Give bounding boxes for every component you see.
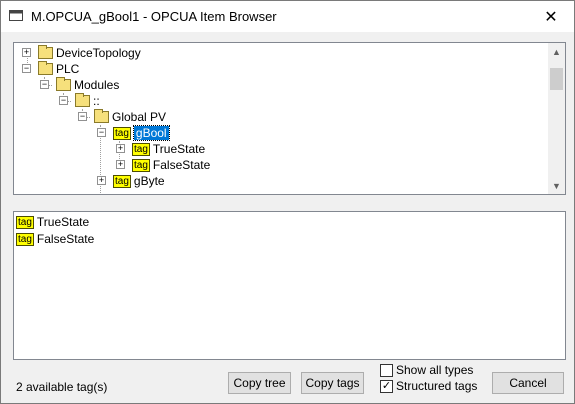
collapse-icon[interactable]: −: [59, 96, 68, 105]
tree-item-label: DeviceTopology: [56, 46, 141, 60]
tree-item-namespace[interactable]: − ::: [59, 93, 100, 109]
list-item-label: TrueState: [36, 215, 90, 229]
folder-icon: [38, 45, 53, 59]
tag-icon: tag: [132, 158, 150, 172]
cancel-button[interactable]: Cancel: [492, 372, 564, 394]
checkbox-box[interactable]: [380, 363, 393, 377]
app-icon: [9, 10, 23, 21]
tag-icon: tag: [16, 232, 34, 246]
tree-item-gbool[interactable]: − tag gBool: [97, 125, 170, 141]
status-text: 2 available tag(s): [16, 380, 108, 394]
list-item[interactable]: tag FalseState: [16, 231, 94, 247]
scroll-thumb[interactable]: [550, 68, 563, 90]
available-tags-list[interactable]: tag TrueState tag FalseState: [13, 211, 566, 360]
tree-item-devicetopology[interactable]: + DeviceTopology: [22, 45, 141, 61]
show-all-types-checkbox[interactable]: Show all types: [380, 363, 473, 377]
tree-item-label: Modules: [74, 78, 120, 92]
scroll-up-button[interactable]: ▲: [548, 43, 565, 60]
tree-view[interactable]: + DeviceTopology − PLC − Modules −:: − …: [13, 42, 566, 195]
copy-tree-button[interactable]: Copy tree: [228, 372, 291, 394]
close-button[interactable]: ✕: [528, 1, 574, 32]
window-title: M.OPCUA_gBool1 - OPCUA Item Browser: [31, 9, 277, 24]
chevron-up-icon: ▲: [552, 46, 561, 57]
list-item[interactable]: tag TrueState: [16, 214, 89, 230]
tree-item-plc[interactable]: − PLC: [22, 61, 79, 77]
tree-item-label: TrueState: [152, 142, 206, 156]
expand-icon[interactable]: +: [22, 48, 31, 57]
checkbox-label: Show all types: [396, 363, 474, 377]
checkbox-label: Structured tags: [396, 379, 478, 393]
expand-icon[interactable]: +: [116, 144, 125, 153]
structured-tags-checkbox[interactable]: ✓ Structured tags: [380, 379, 477, 393]
list-item-label: FalseState: [36, 232, 95, 246]
tree-item-label-selected: gBool: [132, 125, 170, 141]
chevron-down-icon: ▼: [552, 180, 561, 191]
tree-item-label: ::: [93, 94, 100, 108]
check-icon[interactable]: ✓: [380, 379, 393, 393]
tree-item-modules[interactable]: − Modules: [40, 77, 119, 93]
tree-item-label: gByte: [133, 174, 165, 188]
tag-icon: tag: [132, 142, 150, 156]
tag-icon: tag: [113, 126, 131, 140]
copy-tags-button[interactable]: Copy tags: [301, 372, 364, 394]
scroll-down-button[interactable]: ▼: [548, 177, 565, 194]
folder-icon: [75, 93, 90, 107]
collapse-icon[interactable]: −: [78, 112, 87, 121]
opcua-item-browser-dialog: M.OPCUA_gBool1 - OPCUA Item Browser ✕ + …: [0, 0, 575, 404]
folder-icon: [38, 61, 53, 75]
expand-icon[interactable]: +: [116, 160, 125, 169]
title-bar: M.OPCUA_gBool1 - OPCUA Item Browser ✕: [1, 1, 574, 32]
close-icon: ✕: [544, 8, 558, 26]
expand-icon[interactable]: +: [97, 176, 106, 185]
collapse-icon[interactable]: −: [97, 128, 106, 137]
tag-icon: tag: [113, 174, 131, 188]
tree-item-label: FalseState: [152, 158, 211, 172]
tree-item-falsestate[interactable]: + tag FalseState: [116, 157, 210, 173]
tree-item-truestate[interactable]: + tag TrueState: [116, 141, 205, 157]
folder-icon: [56, 77, 71, 91]
tree-viewport: + DeviceTopology − PLC − Modules −:: − …: [14, 43, 548, 194]
tag-icon: tag: [16, 215, 34, 229]
tree-scrollbar[interactable]: ▲ ▼: [548, 43, 565, 194]
collapse-icon[interactable]: −: [40, 80, 49, 89]
collapse-icon[interactable]: −: [22, 64, 31, 73]
tree-item-label: Global PV: [112, 110, 167, 124]
folder-icon: [94, 109, 109, 123]
tree-item-global-pv[interactable]: − Global PV: [78, 109, 166, 125]
tree-item-gbyte[interactable]: + tag gByte: [97, 173, 165, 189]
tree-item-label: PLC: [56, 62, 80, 76]
